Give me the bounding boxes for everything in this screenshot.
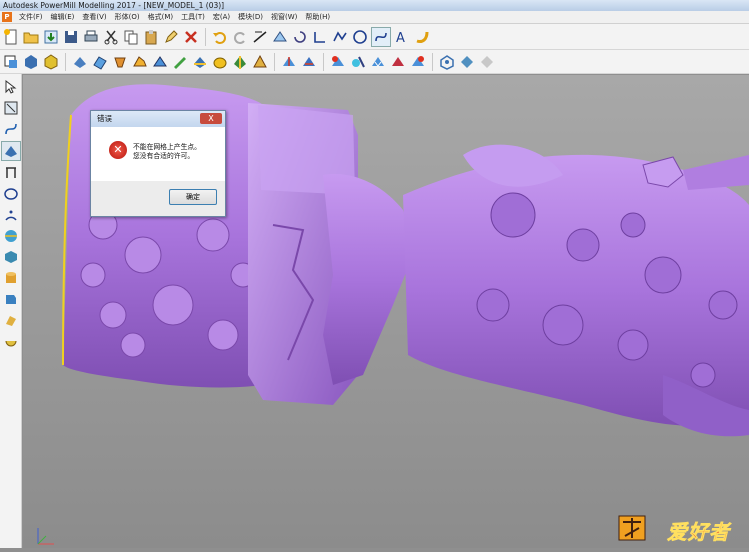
- drive-curve-icon[interactable]: [151, 53, 169, 71]
- svg-text:A: A: [396, 31, 405, 45]
- menu-window[interactable]: 视窗(W): [267, 11, 301, 23]
- curve-icon[interactable]: [371, 26, 391, 47]
- curve-draw-icon[interactable]: [2, 120, 20, 138]
- menu-file[interactable]: 文件(F): [15, 11, 47, 23]
- add-point-icon[interactable]: [329, 53, 347, 71]
- menu-help[interactable]: 帮助(H): [301, 11, 334, 23]
- menu-view[interactable]: 查看(V): [78, 11, 110, 23]
- text-tool-icon[interactable]: A: [393, 28, 411, 46]
- print-icon[interactable]: [82, 28, 100, 46]
- toolbar-separator: [432, 52, 433, 71]
- select-box-icon[interactable]: [2, 53, 20, 71]
- left-toolbar: [0, 74, 22, 548]
- split-surface-icon[interactable]: [300, 53, 318, 71]
- toolbar-separator: [323, 52, 324, 71]
- error-dialog: 错误 X ✕ 不能在网格上产生点。 您没有合适的许可。 确定: [90, 110, 226, 217]
- pointcloud-mesh-icon[interactable]: [458, 53, 476, 71]
- sketch-icon[interactable]: [251, 28, 269, 46]
- menu-edit[interactable]: 编辑(E): [47, 11, 79, 23]
- import-icon[interactable]: [42, 28, 60, 46]
- cut-icon[interactable]: [102, 28, 120, 46]
- offset-icon[interactable]: [211, 53, 229, 71]
- revolve-icon[interactable]: [111, 53, 129, 71]
- rotate-icon[interactable]: [291, 28, 309, 46]
- main-toolbar: A: [0, 24, 749, 50]
- watermark-logo: 爱好者: [617, 512, 745, 544]
- circle-icon[interactable]: [351, 28, 369, 46]
- disabled-mesh-icon: [478, 53, 496, 71]
- sphere-icon[interactable]: [2, 227, 20, 245]
- menu-macro[interactable]: 宏(A): [209, 11, 234, 23]
- mesh-icon[interactable]: [369, 53, 387, 71]
- polyline-icon[interactable]: [331, 28, 349, 46]
- dialog-footer: 确定: [91, 181, 225, 215]
- surface-info-icon[interactable]: [409, 53, 427, 71]
- new-file-icon[interactable]: [2, 28, 20, 46]
- arc-icon[interactable]: [2, 206, 20, 224]
- menu-modules[interactable]: 模块(D): [234, 11, 267, 23]
- axis-triad-icon: [30, 520, 70, 548]
- menu-format[interactable]: 格式(M): [144, 11, 178, 23]
- save-icon[interactable]: [62, 28, 80, 46]
- pointcloud-icon[interactable]: [438, 53, 456, 71]
- open-folder-icon[interactable]: [22, 28, 40, 46]
- flip-icon[interactable]: [389, 53, 407, 71]
- banana-curve-icon[interactable]: [413, 28, 431, 46]
- toolbar-separator: [274, 52, 275, 71]
- app-logo-icon[interactable]: P: [2, 12, 12, 22]
- dialog-title: 错误: [97, 114, 112, 123]
- toolbar-separator: [65, 52, 66, 71]
- sweep-icon[interactable]: [131, 53, 149, 71]
- dialog-message-line1: 不能在网格上产生点。: [133, 143, 201, 151]
- extrude-solid-icon[interactable]: [2, 290, 20, 308]
- delete-icon[interactable]: [182, 28, 200, 46]
- trim-surface-icon[interactable]: [280, 53, 298, 71]
- close-icon[interactable]: X: [200, 113, 222, 124]
- surface-tool-icon[interactable]: [271, 28, 289, 46]
- analysis-icon[interactable]: [349, 53, 367, 71]
- primitive-surface-icon[interactable]: [71, 53, 89, 71]
- shaded-cube-icon[interactable]: [22, 53, 40, 71]
- dialog-body: ✕ 不能在网格上产生点。 您没有合适的许可。: [91, 127, 225, 181]
- surface-draw-icon[interactable]: [0, 141, 21, 161]
- copy-icon[interactable]: [122, 28, 140, 46]
- toolbar-separator: [205, 27, 206, 46]
- pointer-icon[interactable]: [2, 78, 20, 96]
- line-icon[interactable]: [311, 28, 329, 46]
- ok-button[interactable]: 确定: [169, 189, 217, 205]
- extrude-icon[interactable]: [91, 53, 109, 71]
- box-icon[interactable]: [2, 248, 20, 266]
- dialog-message-line2: 您没有合适的许可。: [133, 152, 195, 160]
- modelling-toolbar: [0, 50, 749, 74]
- solid-feature-icon[interactable]: [231, 53, 249, 71]
- window-title: Autodesk PowerMill Modelling 2017 - [NEW…: [3, 1, 225, 10]
- pyramid-icon[interactable]: [251, 53, 269, 71]
- cube-yellow-icon[interactable]: [42, 53, 60, 71]
- fillet-icon[interactable]: [171, 53, 189, 71]
- redo-icon[interactable]: [231, 28, 249, 46]
- menu-tools[interactable]: 工具(T): [177, 11, 209, 23]
- blend-icon[interactable]: [191, 53, 209, 71]
- watermark-text: 爱好者: [667, 520, 730, 545]
- sweep-solid-icon[interactable]: [2, 311, 20, 329]
- cylinder-icon[interactable]: [2, 269, 20, 287]
- paste-icon[interactable]: [142, 28, 160, 46]
- menu-shape[interactable]: 形体(O): [111, 11, 144, 23]
- dialog-message: 不能在网格上产生点。 您没有合适的许可。: [133, 143, 201, 161]
- menu-bar: P 文件(F) 编辑(E) 查看(V) 形体(O) 格式(M) 工具(T) 宏(…: [0, 11, 749, 24]
- error-icon: ✕: [109, 141, 127, 159]
- dialog-title-bar: 错误 X: [91, 111, 225, 127]
- ellipse-icon[interactable]: [2, 185, 20, 203]
- rotate-solid-icon[interactable]: [2, 332, 20, 350]
- undo-icon[interactable]: [211, 28, 229, 46]
- frame-icon[interactable]: [2, 164, 20, 182]
- window-title-bar: Autodesk PowerMill Modelling 2017 - [NEW…: [0, 0, 749, 11]
- select-tool-icon[interactable]: [2, 99, 20, 117]
- edit-pen-icon[interactable]: [162, 28, 180, 46]
